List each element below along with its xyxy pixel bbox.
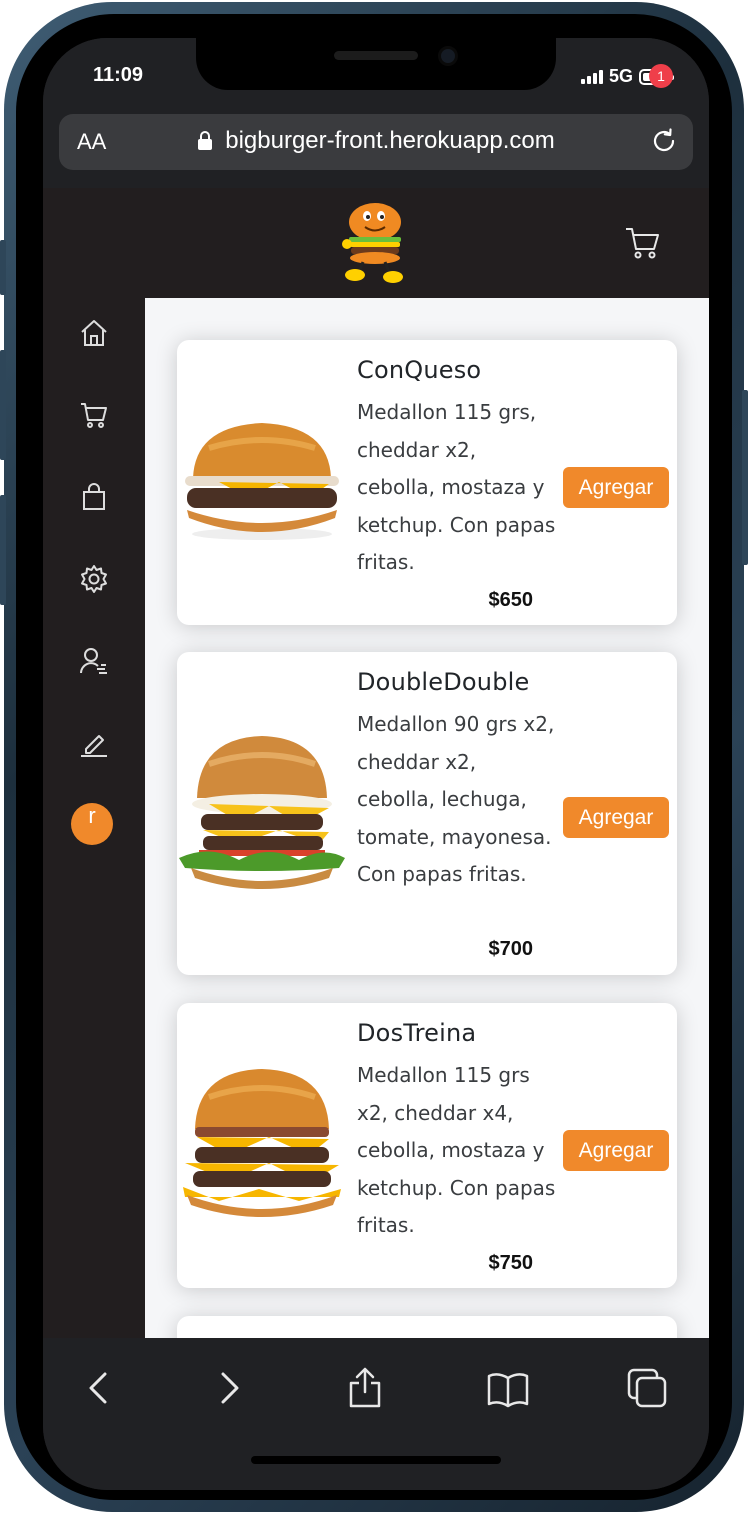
product-name: ConQueso [357,356,482,384]
url-display[interactable]: bigburger-front.herokuapp.com [59,127,693,155]
cart-icon[interactable] [79,400,109,430]
status-bar: 11:09 5G [43,38,709,116]
product-description: Medallon 115 grs x2, cheddar x4, cebolla… [357,1063,556,1237]
burger-image [179,736,345,889]
cart-count-badge: 1 [649,64,673,88]
phone-screen: 11:09 5G AA bigburger-front.herokuapp.co… [43,38,709,1490]
signal-icon [580,69,603,84]
product-description: Medallon 115 grs, cheddar x2, cebolla, m… [357,400,556,574]
mute-switch [0,240,6,295]
product-list: ConQueso Medallon 115 grs, cheddar x2, c… [145,298,709,1338]
speaker [334,51,418,60]
cart-icon[interactable] [625,226,661,260]
url-text: bigburger-front.herokuapp.com [225,127,555,154]
lock-icon [198,131,213,150]
shopping-bag-icon[interactable] [79,482,109,512]
volume-up-button [0,350,6,460]
add-to-cart-button[interactable]: Agregar [563,467,669,508]
reload-icon[interactable] [649,126,679,156]
address-bar[interactable]: AA bigburger-front.herokuapp.com [59,114,693,170]
product-description: Medallon 90 grs x2, cheddar x2, cebolla,… [357,712,555,886]
user-edit-icon[interactable] [79,646,109,676]
back-icon[interactable] [77,1366,121,1410]
status-time: 11:09 [93,64,144,86]
pencil-icon[interactable] [79,728,109,758]
product-price: $750 [488,1252,534,1274]
tabs-icon[interactable] [625,1366,669,1410]
product-card: DoubleDouble Medallon 90 grs x2, cheddar… [177,652,677,975]
add-to-cart-button[interactable]: Agregar [563,1130,669,1171]
front-camera [438,46,458,66]
browser-toolbar [43,1338,709,1490]
network-label: 5G [608,66,633,86]
burger-image [185,423,339,540]
home-icon[interactable] [79,318,109,348]
product-name: DosTreina [357,1019,477,1047]
bookmarks-icon[interactable] [486,1366,530,1410]
product-card: ConQueso Medallon 115 grs, cheddar x2, c… [177,340,677,625]
product-price: $650 [488,589,534,611]
site-header [43,188,709,298]
forward-icon[interactable] [207,1366,251,1410]
avatar[interactable]: r [71,803,113,845]
volume-down-button [0,495,6,605]
notch [196,38,556,90]
burger-mascot-logo[interactable] [341,200,409,284]
product-card-partial [177,1316,677,1338]
gear-icon[interactable] [79,564,109,594]
home-indicator [251,1456,501,1464]
product-card: DosTreina Medallon 115 grs x2, cheddar x… [177,1003,677,1288]
share-icon[interactable] [343,1366,387,1410]
power-button [742,390,748,565]
product-price: $700 [488,938,534,960]
burger-image [183,1069,341,1217]
add-to-cart-button[interactable]: Agregar [563,797,669,838]
product-name: DoubleDouble [357,668,530,696]
sidebar: r [43,298,145,1338]
